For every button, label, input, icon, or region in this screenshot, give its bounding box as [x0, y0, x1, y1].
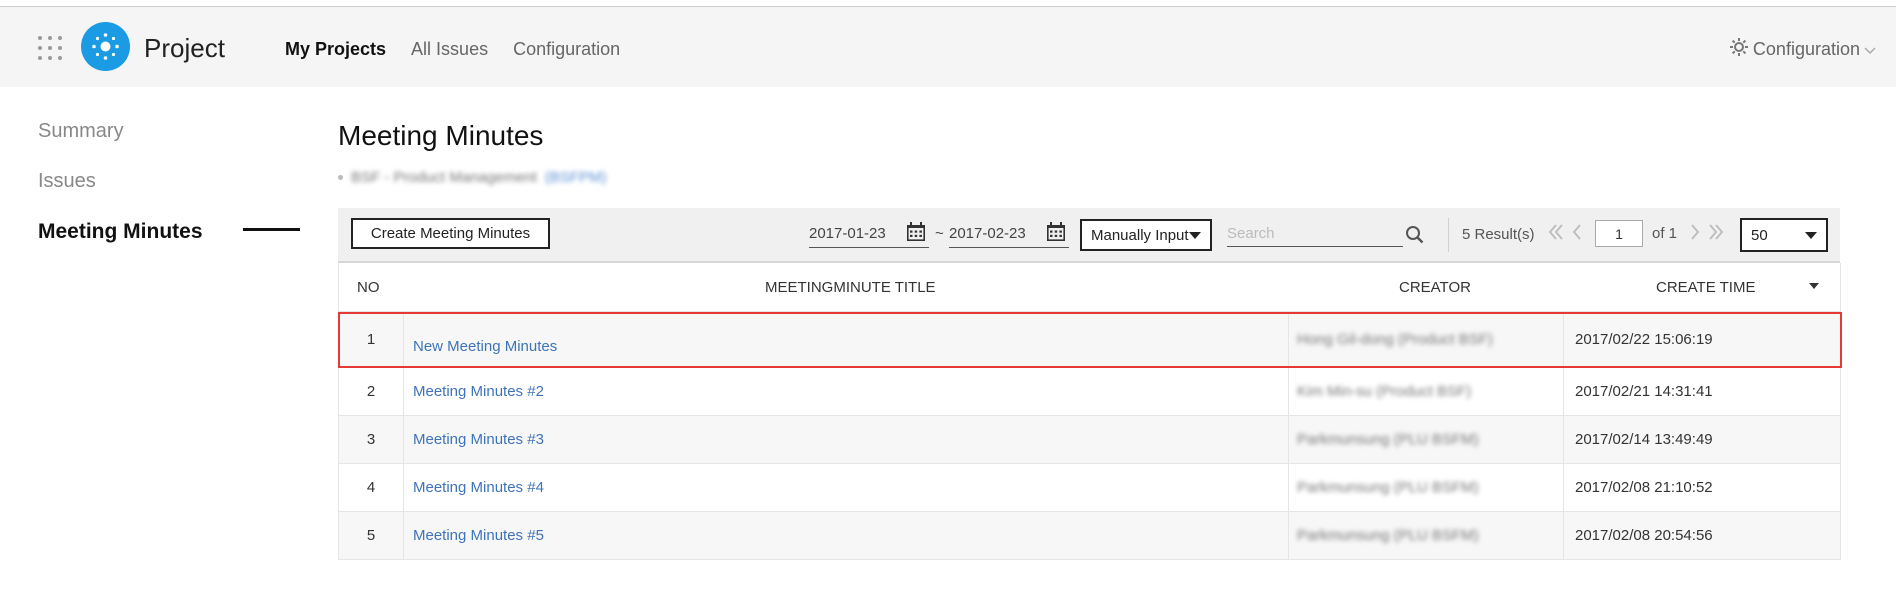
app-grid-icon[interactable]	[38, 36, 62, 60]
bullet-icon	[338, 175, 343, 180]
row-create-time: 2017/02/08 21:10:52	[1575, 479, 1713, 496]
window-top-border	[0, 0, 1896, 7]
table-row[interactable]: 1 New Meeting Minutes Hong Gil-dong (Pro…	[339, 312, 1840, 368]
calendar-icon[interactable]	[906, 222, 926, 242]
header-create-time[interactable]: CREATE TIME	[1656, 279, 1755, 296]
breadcrumb-project[interactable]: BSF - Product Management	[351, 169, 537, 186]
nav-my-projects[interactable]: My Projects	[285, 39, 386, 60]
row-creator: Parkmunsung (PLU BSFM)	[1289, 416, 1564, 463]
row-create-time: 2017/02/08 20:54:56	[1575, 527, 1713, 544]
row-creator: Hong Gil-dong (Product BSF)	[1289, 312, 1564, 367]
header-creator[interactable]: CREATOR	[1399, 279, 1471, 296]
row-create-time: 2017/02/21 14:31:41	[1575, 383, 1713, 400]
row-creator: Kim Min-su (Product BSF)	[1289, 368, 1564, 415]
header-no[interactable]: NO	[357, 279, 380, 296]
first-page-icon[interactable]	[1548, 223, 1564, 247]
app-title: Project	[144, 33, 225, 63]
table-row[interactable]: 2 Meeting Minutes #2 Kim Min-su (Product…	[339, 368, 1840, 416]
input-mode-value: Manually Input	[1091, 227, 1189, 244]
table-row[interactable]: 3 Meeting Minutes #3 Parkmunsung (PLU BS…	[339, 416, 1840, 464]
sort-desc-icon[interactable]	[1809, 283, 1819, 289]
configuration-menu[interactable]: Configuration	[1729, 37, 1876, 62]
row-number: 1	[339, 312, 404, 367]
table-header: NO MEETINGMINUTE TITLE CREATOR CREATE TI…	[339, 263, 1840, 312]
page-size-value: 50	[1751, 227, 1768, 244]
row-title-link[interactable]: Meeting Minutes #4	[404, 464, 1289, 511]
sidebar-item-issues[interactable]: Issues	[38, 170, 203, 220]
create-meeting-minutes-button[interactable]: Create Meeting Minutes	[351, 218, 550, 249]
header-bar: Project My Projects All Issues Configura…	[0, 7, 1896, 87]
table-row[interactable]: 5 Meeting Minutes #5 Parkmunsung (PLU BS…	[339, 512, 1840, 560]
row-create-time: 2017/02/22 15:06:19	[1575, 331, 1713, 348]
calendar-icon[interactable]	[1046, 222, 1066, 242]
page-number-input[interactable]: 1	[1595, 220, 1643, 247]
prev-page-icon[interactable]	[1572, 223, 1582, 247]
logo-icon[interactable]	[81, 22, 130, 71]
nav-configuration[interactable]: Configuration	[513, 39, 620, 60]
row-title-link[interactable]: Meeting Minutes #2	[404, 368, 1289, 415]
page-size-select[interactable]: 50	[1740, 218, 1828, 252]
row-number: 4	[339, 464, 404, 511]
sidebar-item-meeting-minutes[interactable]: Meeting Minutes	[38, 220, 203, 270]
last-page-icon[interactable]	[1708, 223, 1724, 247]
caret-down-icon	[1189, 232, 1201, 239]
input-mode-select[interactable]: Manually Input	[1080, 219, 1212, 251]
row-title-link[interactable]: New Meeting Minutes	[404, 312, 1289, 367]
configuration-label: Configuration	[1752, 39, 1860, 59]
caret-down-icon	[1805, 232, 1817, 239]
row-title-link[interactable]: Meeting Minutes #3	[404, 416, 1289, 463]
row-number: 2	[339, 368, 404, 415]
search-icon[interactable]	[1404, 224, 1426, 246]
gear-icon	[1729, 37, 1749, 62]
row-number: 3	[339, 416, 404, 463]
page-title: Meeting Minutes	[338, 120, 544, 151]
result-count: 5 Result(s)	[1462, 226, 1535, 243]
row-creator: Parkmunsung (PLU BSFM)	[1289, 464, 1564, 511]
nav-all-issues[interactable]: All Issues	[411, 39, 488, 60]
search-input[interactable]	[1227, 220, 1403, 247]
header-title[interactable]: MEETINGMINUTE TITLE	[765, 279, 936, 296]
sidebar-item-summary[interactable]: Summary	[38, 120, 203, 170]
toolbar: Create Meeting Minutes 2017-01-23 ~ 2017…	[338, 208, 1840, 263]
toolbar-divider	[1448, 218, 1449, 252]
row-number: 5	[339, 512, 404, 559]
date-range-separator: ~	[935, 225, 944, 242]
row-creator: Parkmunsung (PLU BSFM)	[1289, 512, 1564, 559]
row-title-link[interactable]: Meeting Minutes #5	[404, 512, 1289, 559]
meeting-minutes-table: NO MEETINGMINUTE TITLE CREATOR CREATE TI…	[338, 263, 1841, 560]
breadcrumb: BSF - Product Management (BSFPM)	[338, 169, 607, 186]
next-page-icon[interactable]	[1690, 223, 1700, 247]
chevron-down-icon	[1864, 39, 1876, 60]
breadcrumb-code[interactable]: (BSFPM)	[545, 169, 607, 186]
top-nav: My Projects All Issues Configuration	[285, 39, 620, 60]
sidebar: Summary Issues Meeting Minutes	[38, 120, 203, 270]
row-create-time: 2017/02/14 13:49:49	[1575, 431, 1713, 448]
active-indicator	[243, 228, 300, 231]
page-total: of 1	[1652, 225, 1678, 242]
table-row[interactable]: 4 Meeting Minutes #4 Parkmunsung (PLU BS…	[339, 464, 1840, 512]
